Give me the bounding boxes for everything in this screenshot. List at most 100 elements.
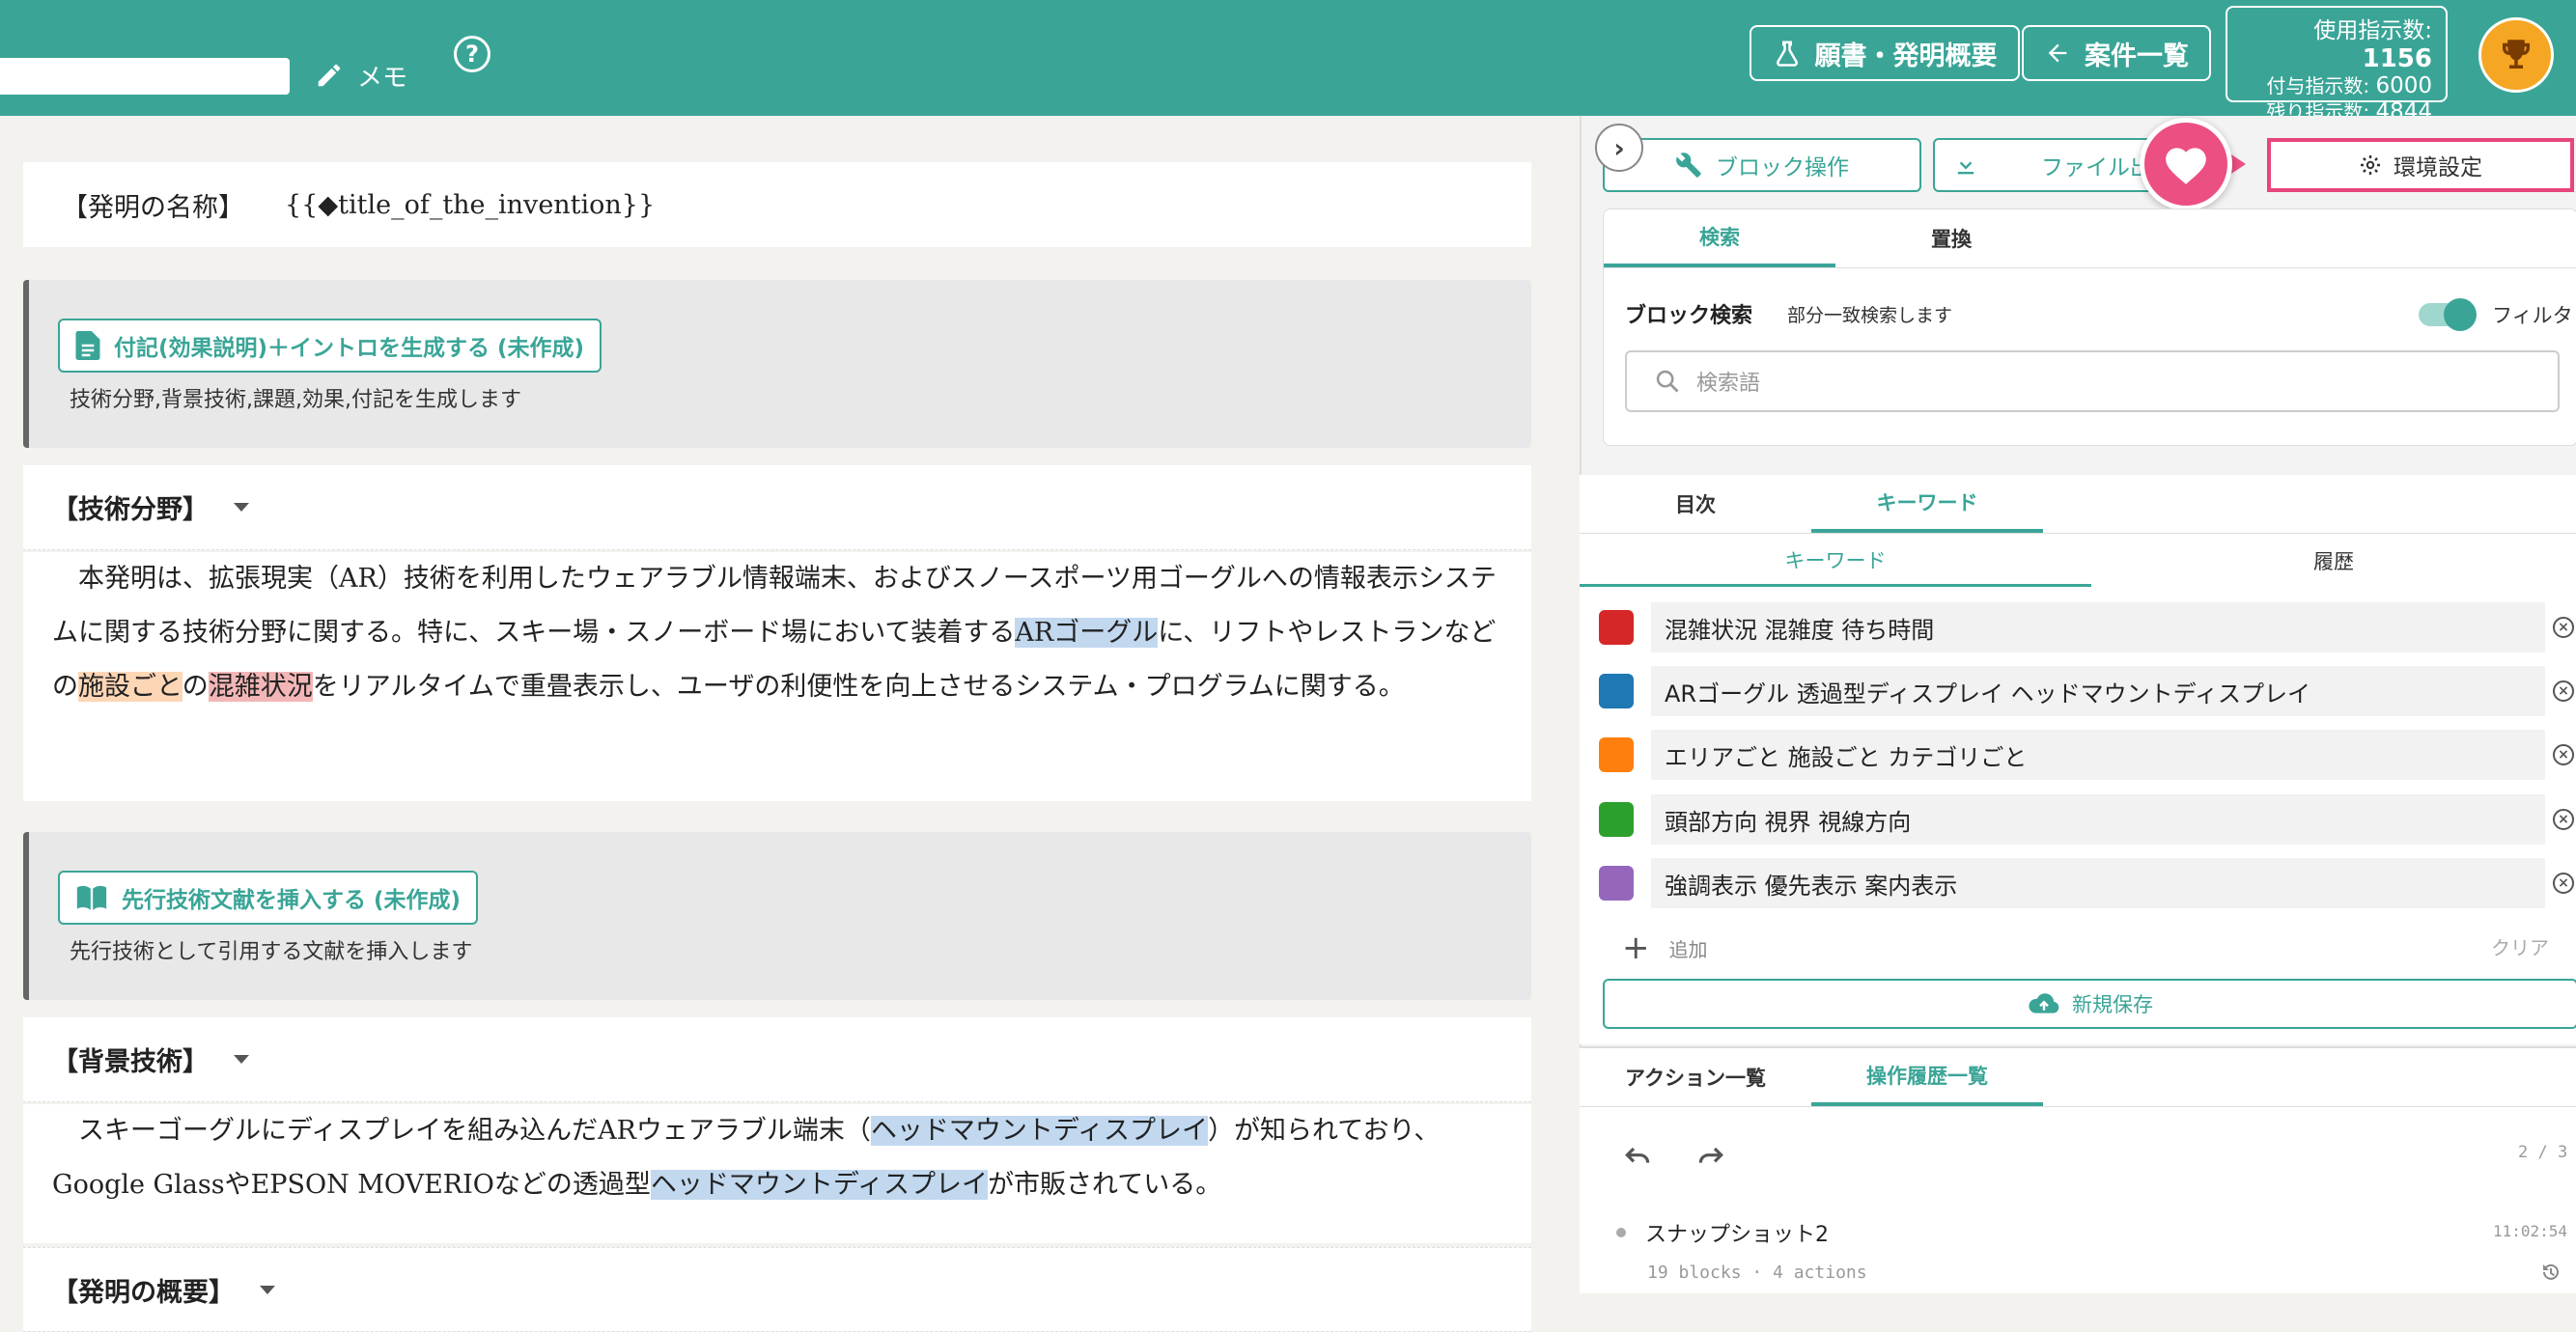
memo-button[interactable]: メモ bbox=[315, 54, 407, 97]
snapshot-time: 11:02:54 bbox=[2493, 1222, 2568, 1240]
tab-keyword[interactable]: キーワード bbox=[1811, 475, 2043, 533]
granted-value: 6000 bbox=[2375, 73, 2432, 98]
remove-icon[interactable]: × bbox=[2553, 680, 2574, 702]
tab-search[interactable]: 検索 bbox=[1604, 209, 1835, 267]
tab-operation-history[interactable]: 操作履歴一覧 bbox=[1811, 1048, 2043, 1106]
block-search-label: ブロック検索 bbox=[1625, 304, 1753, 328]
title-value: {{◆title_of_the_invention}} bbox=[285, 189, 656, 220]
search-mode-text: 部分一致検索します bbox=[1787, 305, 1953, 326]
caret-down-icon[interactable] bbox=[234, 503, 249, 512]
search-input[interactable]: 検索語 bbox=[1625, 350, 2560, 412]
plus-icon: + bbox=[1622, 929, 1650, 967]
redo-icon[interactable] bbox=[1695, 1143, 1726, 1170]
restore-icon[interactable] bbox=[2539, 1261, 2562, 1284]
patent-overview-button[interactable]: 願書・発明概要 bbox=[1750, 25, 2020, 81]
keyword-text[interactable]: 頭部方向 視界 視線方向 bbox=[1651, 794, 2545, 845]
settings-label: 環境設定 bbox=[2394, 155, 2482, 180]
invention-title-block[interactable]: 【発明の名称】 {{◆title_of_the_invention}} bbox=[23, 162, 1531, 247]
tech-field-body[interactable]: 本発明は、拡張現実（AR）技術を利用したウェアラブル情報端末、およびスノースポー… bbox=[23, 552, 1531, 801]
case-list-button[interactable]: 案件一覧 bbox=[2022, 25, 2211, 81]
prior-art-label: 先行技術文献を挿入する (未作成) bbox=[122, 888, 462, 913]
memo-label: メモ bbox=[357, 63, 408, 93]
add-keyword-button[interactable]: + 追加 bbox=[1622, 929, 1708, 967]
add-label: 追加 bbox=[1668, 937, 1708, 961]
prior-art-description: 先行技術として引用する文献を挿入します bbox=[70, 940, 473, 964]
file-output-button[interactable]: ファイル出 bbox=[1933, 138, 2165, 192]
page-indicator: 2 / 3 bbox=[2518, 1143, 2568, 1162]
background-text: スキーゴーグルにディスプレイを組み込んだARウェアラブル端末（ヘッドマウントディ… bbox=[52, 1116, 1441, 1200]
heart-icon[interactable] bbox=[2140, 118, 2232, 210]
background-title: 【背景技術】 bbox=[52, 1047, 209, 1077]
case-list-label: 案件一覧 bbox=[2085, 41, 2189, 71]
keyword-highlight: ARゴーグル bbox=[1015, 618, 1159, 648]
granted-label: 付与指示数: bbox=[2266, 74, 2370, 97]
new-save-label: 新規保存 bbox=[2072, 993, 2153, 1016]
background-body[interactable]: スキーゴーグルにディスプレイを組み込んだARウェアラブル端末（ヘッドマウントディ… bbox=[23, 1104, 1531, 1243]
keyword-color-swatch[interactable] bbox=[1599, 802, 1634, 837]
prior-art-button[interactable]: 先行技術文献を挿入する (未作成) bbox=[58, 871, 479, 925]
keyword-highlight: 施設ごと bbox=[78, 672, 182, 702]
subtab-history[interactable]: 履歴 bbox=[2091, 535, 2576, 587]
snapshot-name[interactable]: スナップショット2 bbox=[1645, 1217, 1829, 1248]
subtab-keyword[interactable]: キーワード bbox=[1580, 535, 2091, 587]
keyword-row[interactable]: 混雑状況 混雑度 待ち時間 × bbox=[1599, 602, 2574, 652]
tab-actions[interactable]: アクション一覧 bbox=[1580, 1048, 1811, 1106]
trophy-icon[interactable] bbox=[2478, 17, 2554, 93]
keyword-row[interactable]: ARゴーグル 透過型ディスプレイ ヘッドマウントディスプレイ × bbox=[1599, 666, 2574, 716]
memo-title-input[interactable] bbox=[0, 58, 290, 95]
tab-replace[interactable]: 置換 bbox=[1835, 209, 2067, 267]
remove-icon[interactable]: × bbox=[2553, 809, 2574, 830]
remove-icon[interactable]: × bbox=[2553, 873, 2574, 894]
remove-icon[interactable]: × bbox=[2553, 617, 2574, 638]
cloud-upload-icon bbox=[2029, 993, 2059, 1013]
snapshot-dot bbox=[1616, 1228, 1626, 1237]
divider bbox=[1580, 1106, 2576, 1107]
caret-down-icon[interactable] bbox=[234, 1055, 249, 1064]
settings-button[interactable]: 環境設定 bbox=[2267, 138, 2574, 192]
keyword-highlight: ヘッドマウントディスプレイ bbox=[870, 1116, 1209, 1146]
used-label: 使用指示数: bbox=[2313, 18, 2432, 43]
flask-icon bbox=[1776, 41, 1798, 67]
filter-label: フィルタ bbox=[2492, 304, 2573, 327]
help-icon[interactable]: ? bbox=[454, 36, 490, 72]
document-icon bbox=[75, 331, 100, 360]
keyword-color-swatch[interactable] bbox=[1599, 674, 1634, 708]
remove-icon[interactable]: × bbox=[2553, 744, 2574, 765]
keyword-row[interactable]: 頭部方向 視界 視線方向 × bbox=[1599, 794, 2574, 845]
tech-field-text: 本発明は、拡張現実（AR）技術を利用したウェアラブル情報端末、およびスノースポー… bbox=[52, 564, 1497, 702]
summary-title: 【発明の概要】 bbox=[52, 1277, 235, 1308]
wrench-icon bbox=[1676, 153, 1701, 178]
keyword-text[interactable]: エリアごと 施設ごと カテゴリごと bbox=[1651, 730, 2545, 780]
gen-intro-description: 技術分野,背景技術,課題,効果,付記を生成します bbox=[70, 388, 521, 412]
new-save-button[interactable]: 新規保存 bbox=[1603, 979, 2576, 1029]
keyword-row[interactable]: 強調表示 優先表示 案内表示 × bbox=[1599, 858, 2574, 908]
gen-intro-button[interactable]: 付記(効果説明)＋イントロを生成する (未作成) bbox=[58, 319, 602, 373]
history-panel: アクション一覧 操作履歴一覧 2 / 3 スナップショット2 11:02:54 … bbox=[1580, 1046, 2576, 1293]
keyword-color-swatch[interactable] bbox=[1599, 610, 1634, 645]
keyword-highlight: ヘッドマウントディスプレイ bbox=[650, 1170, 989, 1200]
keyword-text[interactable]: 混雑状況 混雑度 待ち時間 bbox=[1651, 602, 2545, 652]
tab-toc[interactable]: 目次 bbox=[1580, 475, 1811, 533]
keyword-text[interactable]: 強調表示 優先表示 案内表示 bbox=[1651, 858, 2545, 908]
undo-icon[interactable] bbox=[1622, 1143, 1653, 1170]
background-heading[interactable]: 【背景技術】 bbox=[23, 1017, 1531, 1102]
app-header: メモ ? 願書・発明概要 案件一覧 使用指示数: 1156 付与指示数: 600… bbox=[0, 0, 2576, 125]
arrow-left-icon bbox=[2048, 43, 2067, 63]
filter-toggle[interactable] bbox=[2419, 298, 2477, 331]
keyword-text[interactable]: ARゴーグル 透過型ディスプレイ ヘッドマウントディスプレイ bbox=[1651, 666, 2545, 716]
keyword-color-swatch[interactable] bbox=[1599, 866, 1634, 901]
search-icon bbox=[1656, 370, 1679, 393]
tech-field-heading[interactable]: 【技術分野】 bbox=[23, 465, 1531, 550]
caret-down-icon[interactable] bbox=[260, 1285, 275, 1294]
usage-counter: 使用指示数: 1156 付与指示数: 6000 残り指示数: 4844 bbox=[2226, 6, 2448, 125]
patent-overview-label: 願書・発明概要 bbox=[1814, 41, 1998, 71]
block-operations-button[interactable]: ブロック操作 bbox=[1603, 138, 1921, 192]
keyword-row[interactable]: エリアごと 施設ごと カテゴリごと × bbox=[1599, 730, 2574, 780]
keyword-panel: 目次 キーワード キーワード 履歴 混雑状況 混雑度 待ち時間 × ARゴーグル… bbox=[1580, 475, 2576, 1044]
keyword-color-swatch[interactable] bbox=[1599, 737, 1634, 772]
file-output-label: ファイル出 bbox=[2041, 155, 2152, 180]
divider bbox=[1580, 533, 2576, 534]
clear-button[interactable]: クリア bbox=[2491, 932, 2549, 960]
collapse-panel-button[interactable]: › bbox=[1595, 124, 1643, 172]
summary-heading[interactable]: 【発明の概要】 bbox=[23, 1247, 1531, 1332]
